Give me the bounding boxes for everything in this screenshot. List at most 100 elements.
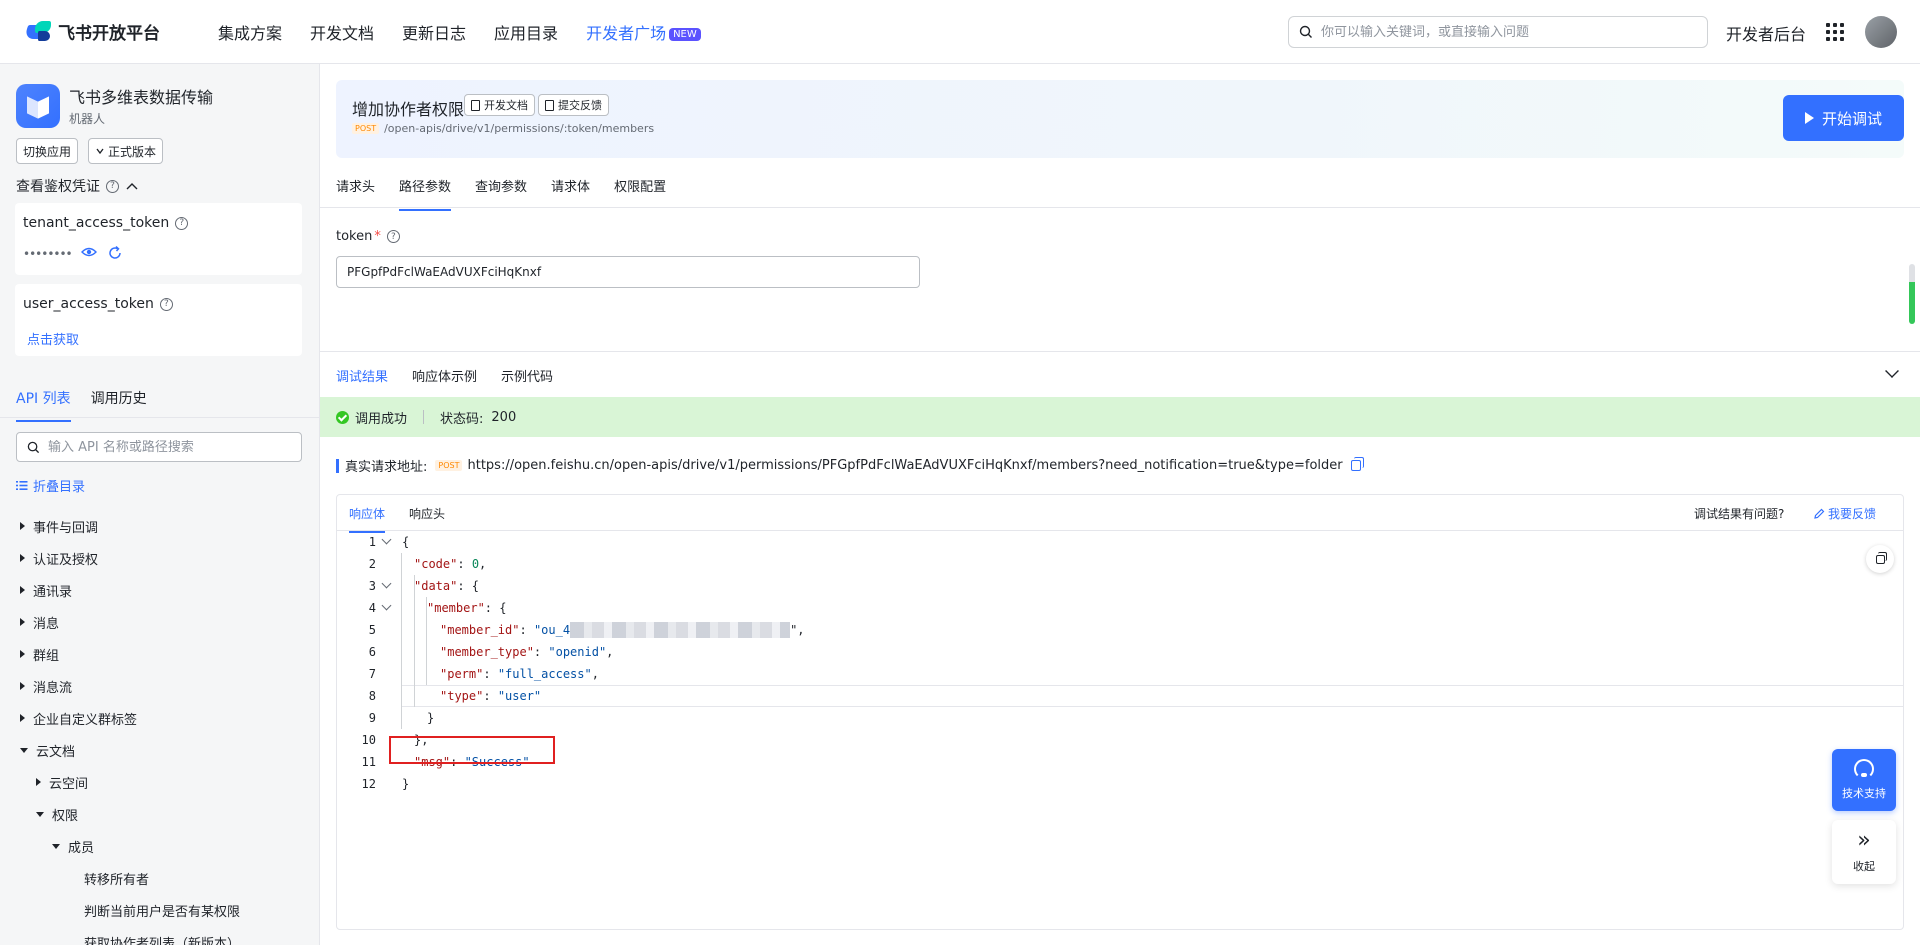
tree-item-label: 权限 (52, 808, 79, 824)
headset-icon (1854, 759, 1874, 779)
token-input[interactable] (336, 256, 920, 288)
global-search[interactable] (1288, 16, 1708, 48)
chevron-down-icon[interactable] (1885, 364, 1899, 378)
help-icon[interactable]: ? (386, 230, 400, 243)
developer-console-link[interactable]: 开发者后台 (1726, 21, 1806, 45)
help-icon[interactable]: ? (159, 297, 173, 311)
code-text: "perm": "full_access", (440, 667, 599, 681)
refresh-icon[interactable] (107, 245, 123, 261)
response-body-tabs: 响应体 响应头 (349, 505, 469, 533)
app-cube-icon (16, 84, 60, 128)
tree-item[interactable]: 云文档 (0, 734, 319, 766)
tree-item[interactable]: 权限 (0, 798, 319, 830)
scrollbar[interactable] (1909, 264, 1915, 324)
tree-item[interactable]: 获取协作者列表（新版本） (0, 926, 319, 945)
api-search[interactable] (16, 432, 302, 462)
tree-item[interactable]: 转移所有者 (0, 862, 319, 894)
tree-item[interactable]: 事件与回调 (0, 510, 319, 542)
code-line: 4 "member": { (337, 597, 1903, 619)
tree-item[interactable]: 成员 (0, 830, 319, 862)
line-number: 10 (361, 733, 376, 747)
caret-down-icon (20, 747, 28, 753)
tree-item[interactable]: 云空间 (0, 766, 319, 798)
get-user-token-link[interactable]: 点击获取 (27, 329, 79, 348)
logo[interactable]: 飞书开放平台 (23, 19, 206, 44)
caret-right-icon (20, 650, 25, 658)
collapse-directory-button[interactable]: 折叠目录 (16, 476, 85, 495)
help-icon[interactable]: ? (175, 216, 189, 230)
main-panel: 增加协作者权限 开发文档 提交反馈 POST /open-apis/drive/… (320, 64, 1920, 945)
token-field-label: token * ? (336, 229, 400, 244)
apps-grid-icon[interactable] (1826, 23, 1844, 41)
tab-debug-result[interactable]: 调试结果 (336, 366, 389, 401)
caret-right-icon (36, 778, 41, 786)
api-path-text: /open-apis/drive/v1/permissions/:token/m… (384, 122, 655, 135)
version-select[interactable]: 正式版本 (88, 138, 164, 164)
copy-icon[interactable] (1350, 457, 1364, 471)
nav-item-developer-square[interactable]: 开发者广场 NEW (586, 20, 701, 44)
tree-item[interactable]: 消息流 (0, 670, 319, 702)
avatar[interactable] (1865, 16, 1897, 48)
tab-query-params[interactable]: 查询参数 (475, 176, 527, 211)
copy-response-button[interactable] (1866, 545, 1894, 573)
feedback-chip-label: 提交反馈 (558, 99, 602, 112)
switch-app-button[interactable]: 切换应用 (16, 138, 79, 164)
tab-response-headers[interactable]: 响应头 (409, 505, 445, 533)
nav-item-app-directory[interactable]: 应用目录 (494, 20, 558, 44)
nav-item-solutions[interactable]: 集成方案 (218, 20, 282, 44)
user-token-label-row: user_access_token? (23, 296, 173, 312)
collapse-panel-button[interactable]: » 收起 (1832, 820, 1896, 884)
line-number: 3 (368, 579, 376, 593)
help-icon[interactable]: ? (106, 179, 119, 193)
tab-request-headers[interactable]: 请求头 (336, 176, 375, 211)
nav-item-docs[interactable]: 开发文档 (310, 20, 374, 44)
feishu-logo-icon (23, 20, 52, 43)
tab-permission-config[interactable]: 权限配置 (614, 176, 666, 211)
caret-right-icon (20, 522, 25, 530)
required-star: * (374, 229, 381, 244)
tab-request-body[interactable]: 请求体 (551, 176, 590, 211)
start-debug-button[interactable]: 开始调试 (1783, 95, 1904, 141)
tenant-token-mask: •••••••• (23, 247, 73, 261)
api-header: 增加协作者权限 开发文档 提交反馈 POST /open-apis/drive/… (336, 80, 1904, 158)
line-number: 6 (368, 645, 376, 659)
code-text: } (402, 777, 410, 791)
search-icon (27, 441, 40, 453)
tree-item[interactable]: 认证及授权 (0, 542, 319, 574)
nav-item-changelog[interactable]: 更新日志 (402, 20, 466, 44)
feedback-link[interactable]: 我要反馈 (1814, 505, 1876, 522)
code-text: "member_id": "ou_4 (440, 623, 571, 637)
feedback-link-label: 我要反馈 (1828, 507, 1877, 521)
sidebar: 飞书多维表数据传输 机器人 切换应用 正式版本 查看鉴权凭证 ? tenant_… (0, 64, 320, 945)
tree-item-label: 企业自定义群标签 (33, 712, 138, 728)
tree-item[interactable]: 判断当前用户是否有某权限 (0, 894, 319, 926)
request-tabs-divider (320, 207, 1920, 208)
start-debug-label: 开始调试 (1821, 109, 1882, 128)
tab-response-example[interactable]: 响应体示例 (412, 366, 477, 401)
status-bar: 调用成功 状态码: 200 (320, 397, 1920, 437)
tab-path-params[interactable]: 路径参数 (399, 176, 452, 211)
tab-response-body[interactable]: 响应体 (349, 505, 386, 533)
request-url: 真实请求地址: POST https://open.feishu.cn/open… (336, 456, 1364, 475)
tree-item[interactable]: 群组 (0, 638, 319, 670)
tree-item[interactable]: 企业自定义群标签 (0, 702, 319, 734)
global-search-input[interactable] (1321, 24, 1681, 40)
tree-item[interactable]: 消息 (0, 606, 319, 638)
tab-sample-code[interactable]: 示例代码 (501, 366, 553, 401)
fold-chevron-icon[interactable] (376, 575, 398, 597)
tree-item[interactable]: 通讯录 (0, 574, 319, 606)
feedback-chip[interactable]: 提交反馈 (538, 94, 609, 116)
eye-icon[interactable] (81, 245, 97, 259)
doc-chip[interactable]: 开发文档 (464, 94, 535, 116)
fold-chevron-icon[interactable] (376, 597, 398, 619)
code-line: 6 "member_type": "openid", (337, 641, 1903, 663)
fold-chevron-icon[interactable] (376, 531, 398, 553)
auth-toggle[interactable]: 查看鉴权凭证 ? (16, 176, 139, 196)
code-line: 11 "msg": "Success" (337, 751, 1903, 773)
api-search-input[interactable] (48, 439, 288, 455)
tech-support-button[interactable]: 技术支持 (1832, 749, 1896, 811)
caret-right-icon (20, 554, 25, 562)
